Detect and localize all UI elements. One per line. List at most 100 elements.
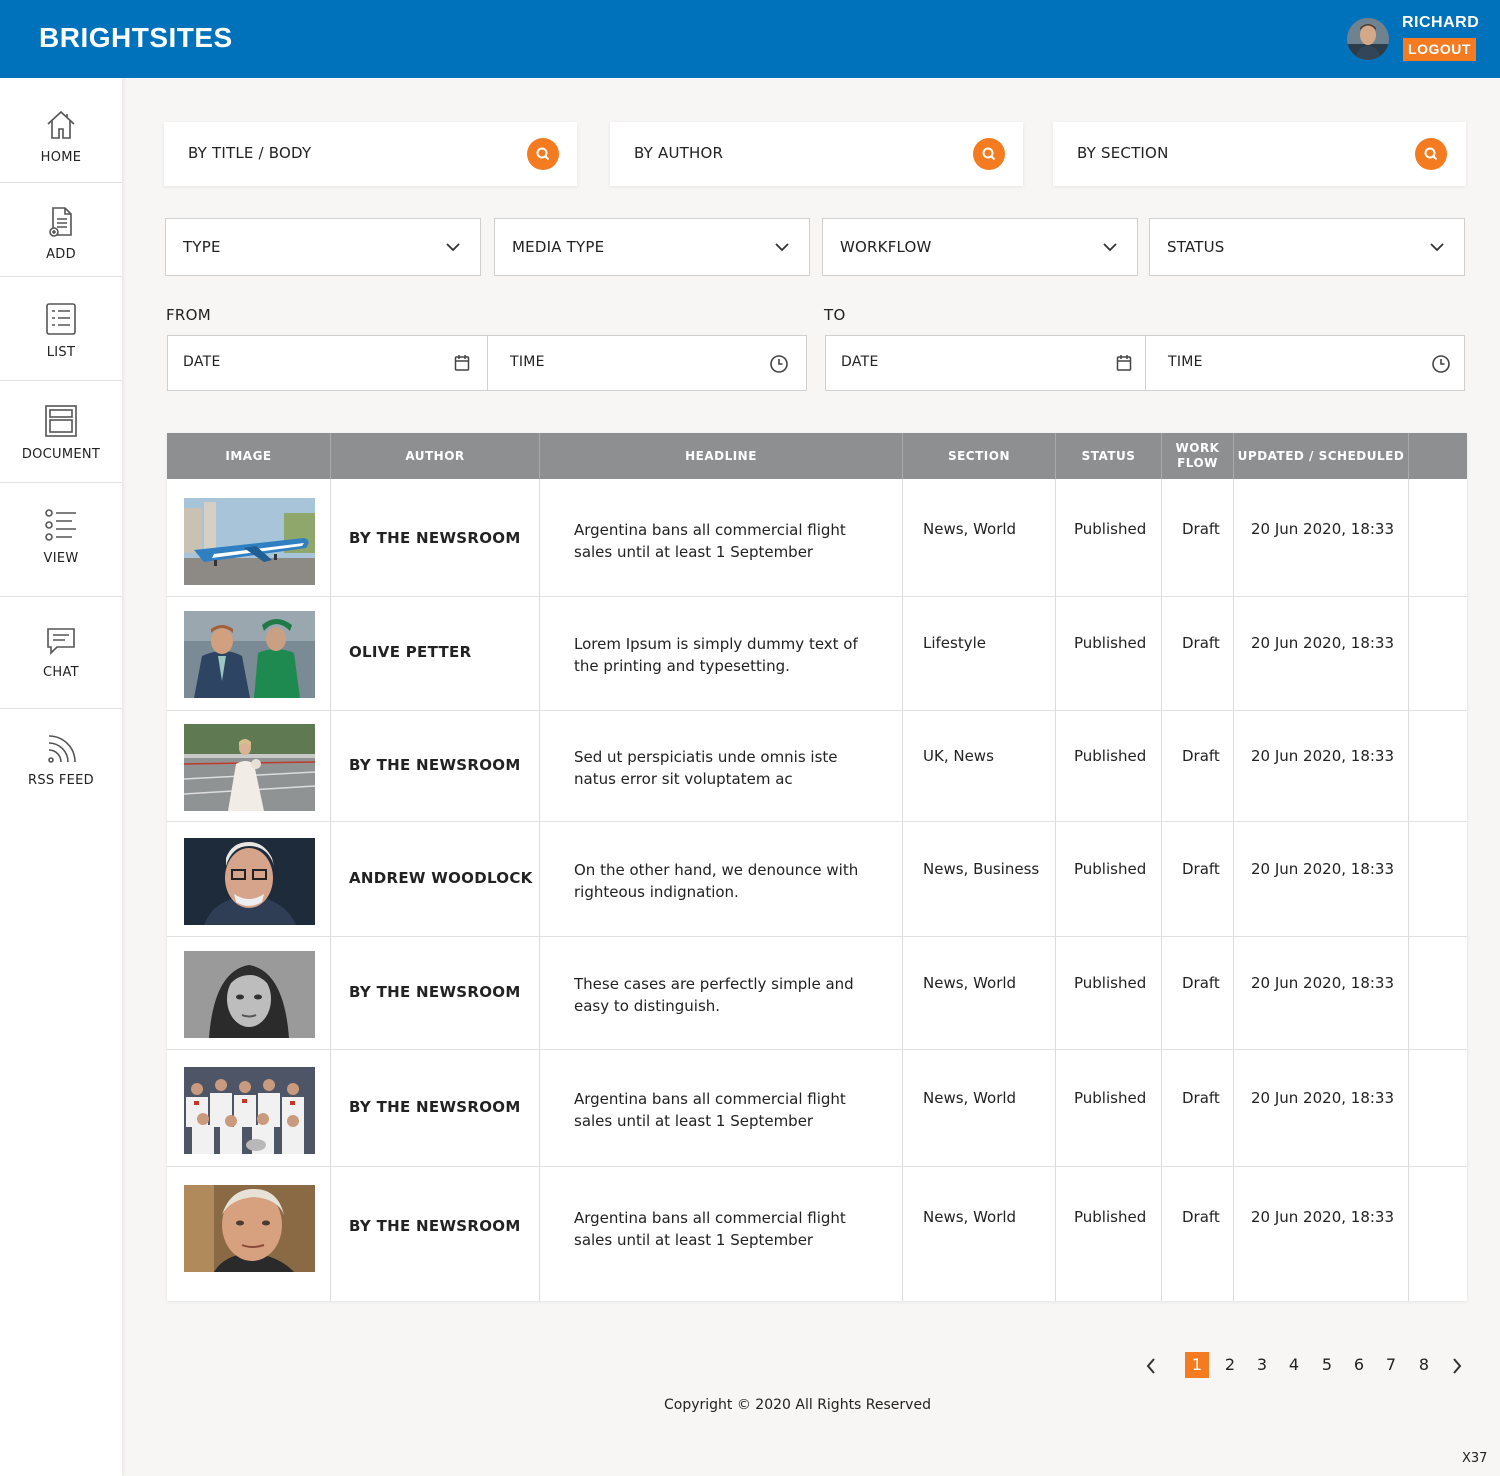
user-avatar[interactable]: [1347, 18, 1389, 60]
sidebar-item-rss-feed[interactable]: RSS FEED: [0, 709, 122, 819]
search-author-placeholder: BY AUTHOR: [634, 144, 724, 162]
article-author: BY THE NEWSROOM: [349, 756, 521, 774]
workflow-dropdown[interactable]: WORKFLOW: [822, 218, 1138, 276]
article-headline[interactable]: Sed ut perspiciatis unde omnis iste natu…: [574, 746, 874, 790]
article-updated: 20 Jun 2020, 18:33: [1251, 860, 1394, 878]
article-section: News, World: [923, 974, 1017, 992]
status-dropdown[interactable]: STATUS: [1149, 218, 1465, 276]
search-author-button[interactable]: [973, 138, 1005, 170]
page-3-button[interactable]: 3: [1250, 1352, 1274, 1378]
sidebar: HOME ADD LIST DOCUMENT VIEW CHAT RSS FEE…: [0, 78, 122, 1476]
page-4-button[interactable]: 4: [1282, 1352, 1306, 1378]
article-thumbnail[interactable]: [184, 1185, 315, 1272]
column-header-image[interactable]: IMAGE: [167, 433, 330, 479]
table-row[interactable]: BY THE NEWSROOM Argentina bans all comme…: [167, 1049, 1467, 1166]
to-date-input[interactable]: DATE: [826, 336, 1146, 390]
column-header-author[interactable]: AUTHOR: [331, 433, 539, 479]
brand-logo[interactable]: BRIGHTSITES: [39, 22, 233, 54]
article-status: Published: [1074, 520, 1147, 538]
article-section: Lifestyle: [923, 634, 987, 652]
article-updated: 20 Jun 2020, 18:33: [1251, 747, 1394, 765]
from-time-placeholder: TIME: [510, 354, 545, 370]
article-headline[interactable]: Argentina bans all commercial flight sal…: [574, 1207, 874, 1251]
logout-button[interactable]: LOGOUT: [1403, 38, 1476, 61]
sidebar-item-view[interactable]: VIEW: [0, 483, 122, 597]
chevron-down-icon: [1103, 243, 1117, 252]
table-header: IMAGE AUTHOR HEADLINE SECTION STATUS WOR…: [167, 433, 1467, 479]
search-section[interactable]: BY SECTION: [1053, 122, 1466, 186]
article-headline[interactable]: Argentina bans all commercial flight sal…: [574, 1088, 874, 1132]
sidebar-item-label: DOCUMENT: [21, 447, 101, 462]
calendar-icon[interactable]: [454, 354, 470, 372]
calendar-icon[interactable]: [1116, 354, 1132, 372]
sidebar-item-document[interactable]: DOCUMENT: [0, 381, 122, 483]
table-row[interactable]: BY THE NEWSROOM Argentina bans all comme…: [167, 479, 1467, 596]
sidebar-item-list[interactable]: LIST: [0, 277, 122, 381]
page-5-button[interactable]: 5: [1315, 1352, 1339, 1378]
view-list-icon: [45, 509, 76, 541]
article-status: Published: [1074, 860, 1147, 878]
page-6-button[interactable]: 6: [1347, 1352, 1371, 1378]
column-header-status[interactable]: STATUS: [1056, 433, 1161, 479]
article-thumbnail[interactable]: [184, 951, 315, 1038]
table-row[interactable]: BY THE NEWSROOM Sed ut perspiciatis unde…: [167, 710, 1467, 821]
search-icon: [982, 147, 996, 161]
article-author: BY THE NEWSROOM: [349, 983, 521, 1001]
sidebar-item-label: LIST: [46, 345, 76, 360]
article-thumbnail[interactable]: [184, 498, 315, 585]
column-header-workflow[interactable]: WORK FLOW: [1162, 433, 1233, 479]
column-header-updated[interactable]: UPDATED / SCHEDULED: [1234, 433, 1408, 479]
search-author[interactable]: BY AUTHOR: [610, 122, 1023, 186]
sidebar-item-chat[interactable]: CHAT: [0, 597, 122, 709]
search-section-button[interactable]: [1415, 138, 1447, 170]
clock-icon[interactable]: [769, 354, 789, 374]
page-7-button[interactable]: 7: [1379, 1352, 1403, 1378]
article-headline[interactable]: On the other hand, we denounce with righ…: [574, 859, 874, 903]
table-row[interactable]: BY THE NEWSROOM Argentina bans all comme…: [167, 1166, 1467, 1301]
next-page-icon[interactable]: [1450, 1356, 1464, 1376]
to-date-placeholder: DATE: [841, 354, 879, 370]
column-header-headline[interactable]: HEADLINE: [540, 433, 902, 479]
search-title-body[interactable]: BY TITLE / BODY: [164, 122, 577, 186]
article-section: News, World: [923, 1208, 1017, 1226]
article-headline[interactable]: Argentina bans all commercial flight sal…: [574, 519, 874, 563]
from-date-input[interactable]: DATE: [168, 336, 488, 390]
sidebar-item-label: RSS FEED: [28, 773, 94, 788]
article-thumbnail[interactable]: [184, 838, 315, 925]
article-status: Published: [1074, 1089, 1147, 1107]
previous-page-icon[interactable]: [1144, 1356, 1158, 1376]
article-updated: 20 Jun 2020, 18:33: [1251, 634, 1394, 652]
article-thumbnail[interactable]: [184, 611, 315, 698]
chevron-down-icon: [775, 243, 789, 252]
page-2-button[interactable]: 2: [1218, 1352, 1242, 1378]
page-8-button[interactable]: 8: [1412, 1352, 1436, 1378]
article-headline[interactable]: These cases are perfectly simple and eas…: [574, 973, 874, 1017]
article-thumbnail[interactable]: [184, 1067, 315, 1154]
search-icon: [536, 147, 550, 161]
article-headline[interactable]: Lorem Ipsum is simply dummy text of the …: [574, 633, 874, 677]
to-range-group: DATE TIME: [825, 335, 1465, 391]
search-title-body-placeholder: BY TITLE / BODY: [188, 144, 312, 162]
type-dropdown[interactable]: TYPE: [165, 218, 481, 276]
clock-icon[interactable]: [1431, 354, 1451, 374]
search-icon: [1424, 147, 1438, 161]
table-row[interactable]: BY THE NEWSROOM These cases are perfectl…: [167, 936, 1467, 1049]
media-type-dropdown-label: MEDIA TYPE: [512, 238, 605, 256]
article-workflow: Draft: [1182, 634, 1220, 652]
sidebar-item-label: VIEW: [43, 551, 79, 566]
article-thumbnail[interactable]: [184, 724, 315, 811]
article-section: News, World: [923, 520, 1017, 538]
column-header-section[interactable]: SECTION: [903, 433, 1055, 479]
article-author: BY THE NEWSROOM: [349, 529, 521, 547]
sidebar-item-home[interactable]: HOME: [0, 78, 122, 183]
chevron-down-icon: [446, 243, 460, 252]
article-section: News, Business: [923, 860, 1040, 878]
table-row[interactable]: ANDREW WOODLOCK On the other hand, we de…: [167, 821, 1467, 936]
sidebar-item-add[interactable]: ADD: [0, 183, 122, 277]
search-title-body-button[interactable]: [527, 138, 559, 170]
to-time-input[interactable]: TIME: [1146, 336, 1464, 390]
table-row[interactable]: OLIVE PETTER Lorem Ipsum is simply dummy…: [167, 596, 1467, 710]
media-type-dropdown[interactable]: MEDIA TYPE: [494, 218, 810, 276]
from-time-input[interactable]: TIME: [488, 336, 806, 390]
page-1-button[interactable]: 1: [1185, 1352, 1209, 1378]
